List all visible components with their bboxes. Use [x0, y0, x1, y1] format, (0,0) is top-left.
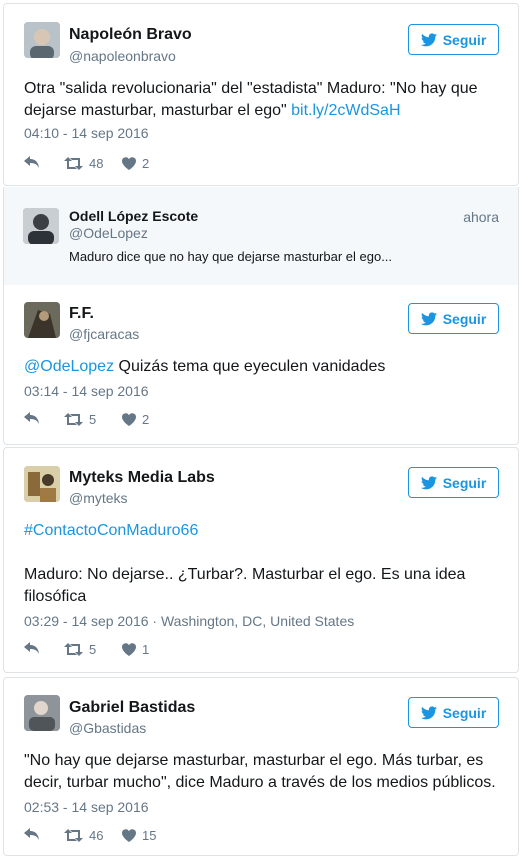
twitter-bird-icon	[420, 32, 437, 46]
reply-icon	[24, 156, 39, 168]
avatar[interactable]	[24, 22, 60, 58]
retweet-icon	[64, 828, 83, 842]
tweet-card: Napoleón Bravo @napoleonbravo Seguir Otr…	[3, 3, 519, 186]
retweet-icon	[64, 156, 83, 170]
tweet-card: Gabriel Bastidas @Gbastidas Seguir "No h…	[3, 677, 519, 856]
reply-icon	[24, 828, 39, 840]
follow-label: Seguir	[442, 474, 487, 491]
retweet-icon	[64, 642, 83, 656]
tweet-text: Otra "salida revolucionaria" del "estadi…	[24, 78, 498, 122]
reply-icon	[24, 642, 39, 654]
author-handle[interactable]: @fjcaracas	[69, 326, 139, 342]
tweet-card: F.F. @fjcaracas Seguir @OdeLopez Quizás …	[3, 285, 519, 445]
author-name[interactable]: Odell López Escote	[69, 208, 198, 224]
quoted-tweet[interactable]: Odell López Escote @OdeLopez ahora Madur…	[3, 187, 519, 285]
tweet-timestamp[interactable]: 02:53 - 14 sep 2016	[24, 799, 149, 815]
retweet-button[interactable]: 5	[64, 412, 122, 427]
twitter-bird-icon	[420, 475, 437, 489]
like-count: 15	[142, 827, 157, 843]
tweet-body: Otra "salida revolucionaria" del "estadi…	[24, 80, 478, 119]
tweet-actions: 46 15	[24, 826, 156, 844]
like-button[interactable]: 15	[122, 828, 156, 843]
twitter-bird-icon	[420, 311, 437, 325]
heart-icon	[122, 642, 136, 656]
avatar[interactable]	[24, 466, 60, 502]
retweet-count: 48	[89, 155, 104, 171]
author-handle[interactable]: @myteks	[69, 490, 128, 506]
author-name[interactable]: Gabriel Bastidas	[69, 699, 195, 717]
avatar[interactable]	[23, 208, 59, 244]
heart-icon	[122, 828, 136, 842]
tweet-time[interactable]: ahora	[463, 209, 499, 225]
tweet-text: Maduro: No dejarse.. ¿Turbar?. Masturbar…	[24, 566, 466, 605]
tweet-actions: 5 2	[24, 410, 149, 428]
reply-button[interactable]	[24, 412, 64, 426]
tweet-card: Myteks Media Labs @myteks Seguir #Contac…	[3, 447, 519, 673]
reply-button[interactable]	[24, 642, 64, 656]
retweet-icon	[64, 412, 83, 426]
retweet-count: 5	[89, 411, 97, 427]
reply-icon	[24, 412, 39, 424]
follow-label: Seguir	[442, 704, 487, 721]
tweet-timestamp[interactable]: 03:29 - 14 sep 2016 · Washington, DC, Un…	[24, 613, 354, 629]
tweet-link[interactable]: bit.ly/2cWdSaH	[291, 102, 400, 119]
mention-link[interactable]: @OdeLopez	[24, 358, 114, 375]
author-handle[interactable]: @Gbastidas	[69, 720, 146, 736]
author-handle[interactable]: @OdeLopez	[69, 225, 148, 241]
heart-icon	[122, 412, 136, 426]
like-button[interactable]: 1	[122, 642, 149, 657]
tweet-body: Quizás tema que eyeculen vanidades	[114, 358, 386, 375]
like-button[interactable]: 2	[122, 412, 149, 427]
author-handle[interactable]: @napoleonbravo	[69, 48, 176, 64]
like-count: 2	[142, 411, 150, 427]
tweet-text: @OdeLopez Quizás tema que eyeculen vanid…	[24, 356, 498, 378]
follow-label: Seguir	[442, 310, 487, 327]
author-name[interactable]: F.F.	[69, 305, 94, 323]
retweet-button[interactable]: 46	[64, 828, 122, 843]
heart-icon	[122, 156, 136, 170]
tweet-timestamp[interactable]: 03:14 - 14 sep 2016	[24, 383, 149, 399]
author-name[interactable]: Napoleón Bravo	[69, 26, 192, 44]
retweet-count: 5	[89, 641, 97, 657]
reply-button[interactable]	[24, 828, 64, 842]
avatar[interactable]	[24, 302, 60, 338]
follow-button[interactable]: Seguir	[408, 303, 499, 334]
follow-button[interactable]: Seguir	[408, 24, 499, 55]
follow-button[interactable]: Seguir	[408, 697, 499, 728]
like-button[interactable]: 2	[122, 156, 149, 171]
tweet-actions: 5 1	[24, 640, 149, 658]
retweet-count: 46	[89, 827, 104, 843]
hashtag-link[interactable]: #ContactoConMaduro66	[24, 520, 198, 542]
tweet-actions: 48 2	[24, 154, 149, 172]
like-count: 1	[142, 641, 150, 657]
tweet-text: "No hay que dejarse masturbar, masturbar…	[24, 752, 496, 791]
tweet-timestamp[interactable]: 04:10 - 14 sep 2016	[24, 125, 149, 141]
avatar[interactable]	[24, 695, 60, 731]
follow-label: Seguir	[442, 31, 487, 48]
reply-button[interactable]	[24, 156, 64, 170]
tweet-text: Maduro dice que no hay que dejarse mastu…	[69, 249, 393, 264]
like-count: 2	[142, 155, 150, 171]
author-name[interactable]: Myteks Media Labs	[69, 469, 215, 487]
twitter-bird-icon	[420, 705, 437, 719]
retweet-button[interactable]: 48	[64, 156, 122, 171]
retweet-button[interactable]: 5	[64, 642, 122, 657]
follow-button[interactable]: Seguir	[408, 467, 499, 498]
